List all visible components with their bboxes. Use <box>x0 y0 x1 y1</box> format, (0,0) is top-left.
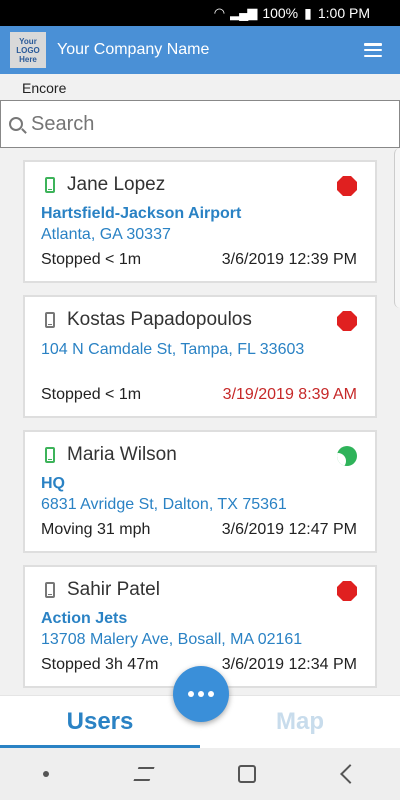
user-card-header: Maria Wilson <box>41 444 359 466</box>
clock: 1:00 PM <box>317 5 370 21</box>
last-update-timestamp: 3/6/2019 12:39 PM <box>221 251 357 268</box>
last-update-timestamp: 3/6/2019 12:47 PM <box>221 521 357 538</box>
user-name: Maria Wilson <box>67 444 177 465</box>
battery-icon: ▮ <box>304 4 312 21</box>
phone-icon <box>45 312 55 328</box>
tab-users[interactable]: Users <box>0 696 200 748</box>
motion-state: Moving 31 mph <box>41 521 151 538</box>
wifi-icon: ◠ <box>213 5 225 20</box>
last-update-timestamp: 3/19/2019 8:39 AM <box>222 386 357 403</box>
user-card-header: Kostas Papadopoulos <box>41 309 359 331</box>
location-name-link[interactable]: HQ <box>41 474 359 494</box>
dot-icon <box>198 691 204 697</box>
company-name: Your Company Name <box>57 41 210 58</box>
user-card[interactable]: Kostas Papadopoulos 104 N Camdale St, Tam… <box>23 295 377 418</box>
dot-icon <box>208 691 214 697</box>
search-input[interactable] <box>31 112 371 136</box>
home-icon[interactable] <box>238 765 257 783</box>
user-list: Jane Lopez Hartsfield-Jackson Airport Atla… <box>23 160 377 700</box>
stop-status-icon <box>337 176 357 196</box>
user-card[interactable]: Maria Wilson HQ 6831 Avridge St, Dalton, T… <box>23 430 377 553</box>
moving-status-icon <box>337 446 357 466</box>
user-name: Kostas Papadopoulos <box>67 309 252 330</box>
nav-dot-icon[interactable] <box>43 771 50 777</box>
location-name-link[interactable]: Action Jets <box>41 609 359 629</box>
company-logo: Your LOGO Here <box>10 32 46 68</box>
signal-icon: ▂▄▆ <box>230 5 257 20</box>
phone-icon <box>45 582 55 598</box>
recent-apps-icon[interactable] <box>133 767 155 781</box>
location-name-link[interactable]: Hartsfield-Jackson Airport <box>41 204 359 224</box>
scroll-handle[interactable] <box>394 148 400 308</box>
battery-level: 100% <box>262 5 299 21</box>
motion-state: Stopped 3h 47m <box>41 656 159 673</box>
status-bar: ◠ ▂▄▆ 100% ▮ 1:00 PM <box>0 0 400 26</box>
hamburger-icon[interactable] <box>364 43 382 57</box>
phone-icon <box>45 447 55 463</box>
last-update-timestamp: 3/6/2019 12:34 PM <box>221 656 357 673</box>
section-label: Encore <box>22 80 67 96</box>
user-name: Sahir Patel <box>67 579 160 600</box>
phone-icon <box>45 177 55 193</box>
user-card-header: Jane Lopez <box>41 174 359 196</box>
back-icon[interactable] <box>339 764 360 784</box>
user-card-footer: Stopped < 1m 3/19/2019 8:39 AM <box>41 386 357 404</box>
dot-icon <box>188 691 194 697</box>
user-card-footer: Moving 31 mph 3/6/2019 12:47 PM <box>41 521 357 539</box>
motion-state: Stopped < 1m <box>41 251 142 268</box>
user-name: Jane Lopez <box>67 174 166 195</box>
motion-state: Stopped < 1m <box>41 386 142 403</box>
stop-status-icon <box>337 311 357 331</box>
address-link[interactable]: Atlanta, GA 30337 <box>41 224 359 245</box>
search-bar[interactable] <box>0 100 400 148</box>
user-card-footer: Stopped < 1m 3/6/2019 12:39 PM <box>41 251 357 269</box>
app-bar: Your LOGO Here Your Company Name <box>0 26 400 74</box>
address-link[interactable]: 13708 Malery Ave, Bosall, MA 02161 <box>41 629 359 650</box>
address-link[interactable]: 104 N Camdale St, Tampa, FL 33603 <box>41 339 359 360</box>
more-actions-button[interactable] <box>173 666 229 722</box>
search-icon <box>9 117 23 131</box>
system-nav-bar <box>0 748 400 800</box>
address-link[interactable]: 6831 Avridge St, Dalton, TX 75361 <box>41 494 359 515</box>
stop-status-icon <box>337 581 357 601</box>
tab-map[interactable]: Map <box>200 696 400 748</box>
user-card[interactable]: Jane Lopez Hartsfield-Jackson Airport Atla… <box>23 160 377 283</box>
user-card-header: Sahir Patel <box>41 579 359 601</box>
